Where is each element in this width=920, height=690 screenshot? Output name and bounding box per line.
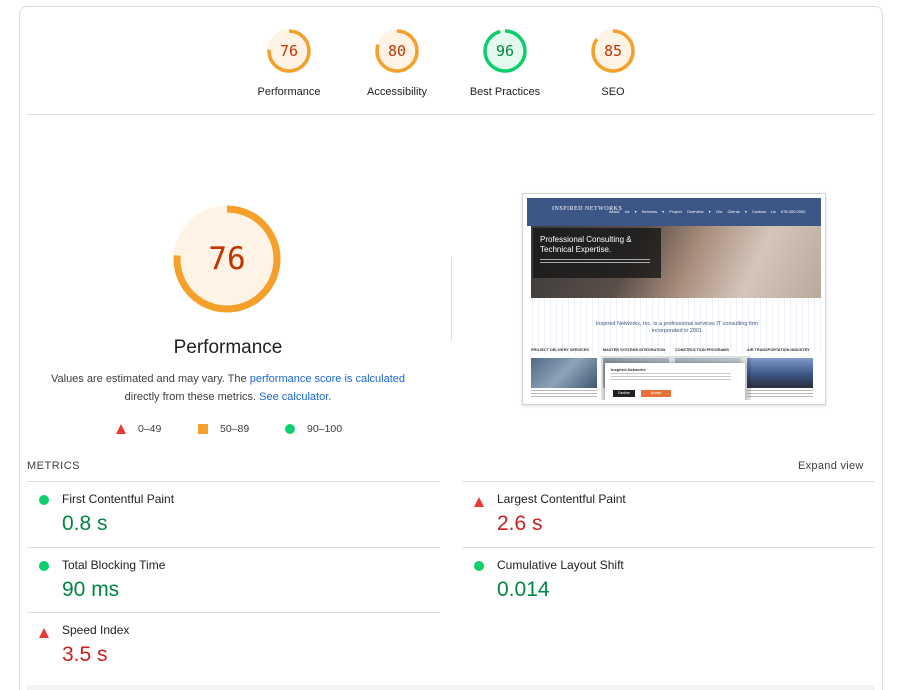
gauge-performance[interactable]: 76 Performance (234, 27, 344, 98)
desc-text: directly from these metrics. (124, 391, 260, 403)
gauge-label: Best Practices (469, 86, 541, 98)
site-column-heading: CONSTRUCTION PROGRAMS (675, 348, 729, 352)
bottom-section-edge (27, 685, 875, 690)
metric-value: 0.8 s (62, 512, 108, 535)
metric-name: Total Blocking Time (62, 558, 166, 572)
gauge-score: 80 (387, 42, 407, 60)
gauge-score: 85 (603, 42, 623, 60)
performance-description: Values are estimated and may vary. The p… (46, 370, 410, 406)
metric-value: 0.014 (497, 578, 550, 601)
vertical-divider (451, 257, 452, 341)
hero-subtext (540, 259, 650, 265)
desc-text: . (328, 391, 332, 403)
site-column-image (747, 358, 813, 388)
legend-range: 0–49 (138, 423, 162, 435)
modal-text (611, 373, 731, 381)
legend-pass: 90–100 (285, 423, 342, 435)
legend-range: 90–100 (307, 423, 343, 435)
cookie-modal: Inspired Networks Decline Accept (605, 363, 745, 400)
metric-name: Largest Contentful Paint (497, 492, 626, 506)
site-nav-links: About Us ▾ Services ▾ Project Overview ▾… (609, 209, 806, 214)
site-column-image (531, 358, 597, 388)
site-column-heading: AIR TRANSPORTATION INDUSTRY (747, 348, 810, 352)
see-calculator-link[interactable]: See calculator (259, 391, 328, 403)
circle-green-icon (39, 561, 49, 571)
metric-name: Speed Index (62, 623, 130, 637)
metric-value: 3.5 s (62, 643, 108, 666)
metric-name: Cumulative Layout Shift (497, 558, 624, 572)
metric-cumulative-layout-shift: Cumulative Layout Shift 0.014 (462, 547, 875, 613)
desc-text: Values are estimated and may vary. The (50, 373, 250, 385)
site-column-heading: MASTER SYSTEMS INTEGRATION (603, 348, 666, 352)
square-orange-icon (198, 424, 208, 434)
gauge-seo[interactable]: 85 SEO (558, 27, 668, 98)
metrics-heading: METRICS (27, 460, 80, 472)
gauge-score: 76 (279, 42, 299, 60)
divider (27, 114, 875, 115)
metric-total-blocking-time: Total Blocking Time 90 ms (27, 547, 440, 613)
site-column-heading: PROJECT DELIVERY SERVICES (531, 348, 589, 352)
gauge-accessibility[interactable]: 80 Accessibility (342, 27, 452, 98)
metric-value: 90 ms (62, 578, 120, 601)
screenshot-content: INSPIRED NETWORKS About Us ▾ Services ▾ … (527, 198, 821, 400)
site-column-text (531, 390, 597, 398)
metric-name: First Contentful Paint (62, 492, 175, 506)
metric-largest-contentful-paint: Largest Contentful Paint 2.6 s (462, 481, 875, 547)
metric-speed-index: Speed Index 3.5 s (27, 612, 440, 678)
performance-title: Performance (173, 337, 283, 358)
site-column-text (747, 390, 813, 398)
legend-range: 50–89 (220, 423, 250, 435)
gauge-score: 96 (495, 42, 515, 60)
performance-score-link[interactable]: performance score is calculated (250, 373, 405, 385)
gauge-label: SEO (601, 86, 625, 98)
final-screenshot[interactable]: INSPIRED NETWORKS About Us ▾ Services ▾ … (522, 193, 826, 405)
performance-score: 76 (208, 241, 246, 277)
modal-title: Inspired Networks (611, 367, 646, 372)
metric-value: 2.6 s (497, 512, 543, 535)
metric-first-contentful-paint: First Contentful Paint 0.8 s (27, 481, 440, 547)
site-tagline: Inspired Networks, Inc. is a professiona… (595, 321, 759, 334)
circle-green-icon (39, 495, 49, 505)
circle-green-icon (285, 424, 295, 434)
modal-accept-button: Accept (641, 390, 671, 397)
triangle-red-icon (39, 628, 49, 638)
legend-average: 50–89 (198, 423, 249, 435)
triangle-red-icon (116, 424, 126, 434)
expand-view-toggle[interactable]: Expand view (798, 460, 864, 472)
gauge-label: Accessibility (367, 86, 427, 98)
hero-title: Professional Consulting & Technical Expe… (540, 235, 632, 254)
modal-decline-button: Decline (613, 390, 635, 397)
gauge-label: Performance (257, 86, 321, 98)
performance-gauge-large: 76 (172, 204, 282, 314)
circle-green-icon (474, 561, 484, 571)
triangle-red-icon (474, 497, 484, 507)
legend-fail: 0–49 (116, 423, 161, 435)
gauge-best-practices[interactable]: 96 Best Practices (450, 27, 560, 98)
